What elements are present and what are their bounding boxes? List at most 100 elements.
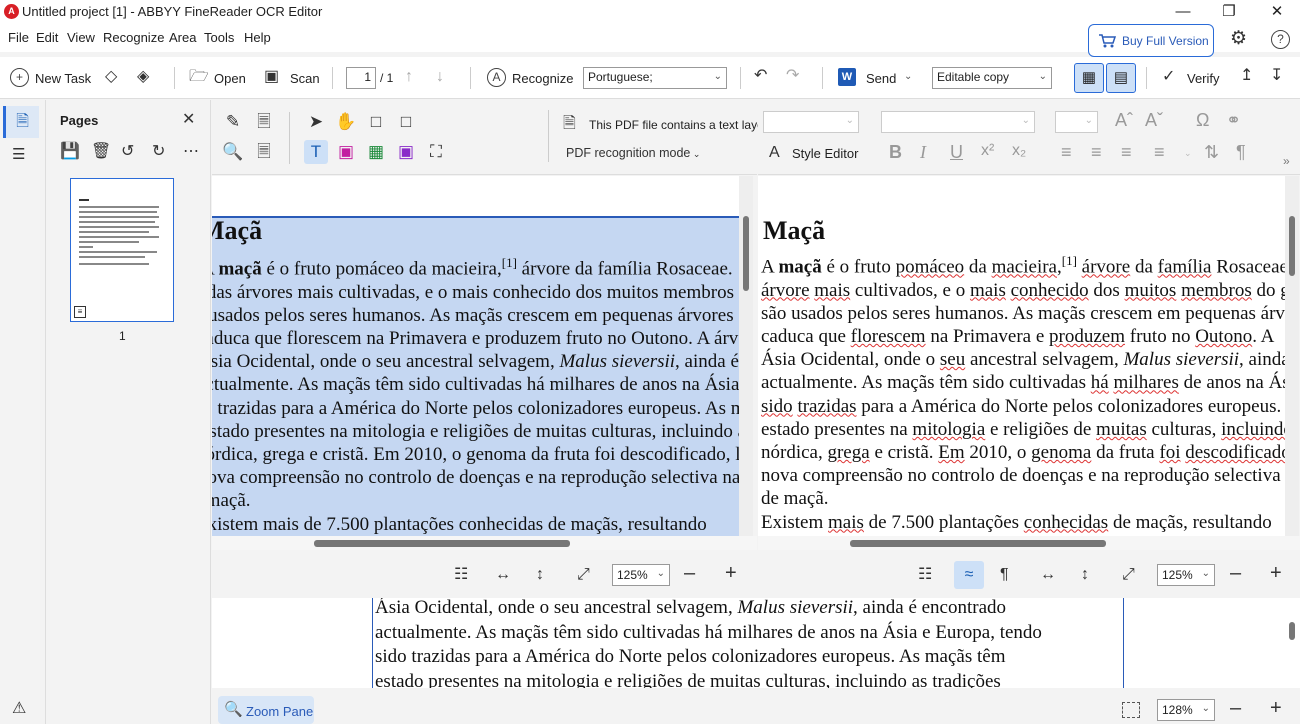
- scroll-thumb[interactable]: [850, 540, 1106, 547]
- image-pane-vscrollbar[interactable]: [739, 176, 753, 536]
- decrease-font-icon[interactable]: Aˇ: [1145, 110, 1163, 131]
- new-task-button[interactable]: New Task: [35, 71, 91, 86]
- zoom-pane-vscrollbar[interactable]: [1285, 598, 1299, 688]
- text-area-icon[interactable]: T: [304, 140, 328, 164]
- underline-icon[interactable]: U: [950, 142, 963, 163]
- scroll-thumb[interactable]: [314, 540, 570, 547]
- text-zoom-select[interactable]: 125% ⌄: [1157, 564, 1215, 586]
- page-thumbnail[interactable]: ≡: [70, 178, 174, 322]
- line-spacing-icon[interactable]: ⇅: [1204, 142, 1219, 163]
- fit-width-icon[interactable]: ↔: [1040, 565, 1056, 585]
- recognize-icon[interactable]: A: [487, 68, 506, 87]
- link-icon[interactable]: ⚭: [1226, 110, 1241, 131]
- previous-error-icon[interactable]: ↥: [1240, 66, 1253, 86]
- redo-icon[interactable]: ↷: [786, 66, 799, 86]
- fit-page-icon[interactable]: ☷: [454, 565, 468, 585]
- rotate-right-icon[interactable]: ↻: [152, 142, 165, 162]
- superscript-icon[interactable]: x²: [981, 142, 994, 160]
- scroll-thumb[interactable]: [1289, 216, 1295, 276]
- zoom-image-icon[interactable]: 🔍: [221, 140, 245, 164]
- warning-icon[interactable]: ⚠: [12, 699, 26, 719]
- style-select[interactable]: ⌄: [763, 111, 859, 133]
- close-panel-icon[interactable]: ✕: [182, 110, 195, 130]
- settings-gear-icon[interactable]: ⚙: [1230, 29, 1247, 49]
- special-character-icon[interactable]: Ω: [1196, 110, 1209, 131]
- open-button[interactable]: Open: [214, 71, 246, 86]
- recognize-button[interactable]: Recognize: [512, 71, 573, 86]
- list-view-icon[interactable]: ☰: [12, 145, 25, 165]
- increase-font-icon[interactable]: Aˆ: [1115, 110, 1133, 131]
- page-number-input[interactable]: 1: [346, 67, 376, 89]
- image-properties-icon[interactable]: 🗏: [252, 110, 276, 134]
- image-pane-hscrollbar[interactable]: [212, 536, 757, 550]
- save-icon[interactable]: 💾: [60, 142, 80, 162]
- zoom-pane-button[interactable]: 🔍 Zoom Pane: [218, 696, 314, 724]
- menu-recognize[interactable]: Recognize: [103, 30, 164, 45]
- italic-icon[interactable]: I: [920, 142, 926, 163]
- zoom-out-icon[interactable]: –: [1230, 698, 1241, 718]
- style-editor-button[interactable]: Style Editor: [792, 146, 858, 161]
- language-select[interactable]: Portuguese; ⌄: [583, 67, 727, 89]
- scroll-thumb[interactable]: [743, 216, 749, 291]
- fit-height-icon[interactable]: ↕: [536, 565, 544, 585]
- font-select[interactable]: ⌄: [881, 111, 1035, 133]
- text-pane-vscrollbar[interactable]: [1285, 176, 1299, 536]
- show-formatting-icon[interactable]: ≈: [954, 561, 984, 589]
- delete-icon[interactable]: 🗑: [91, 142, 111, 162]
- bold-icon[interactable]: B: [889, 142, 902, 163]
- add-layers-icon[interactable]: ◇: [105, 67, 117, 87]
- verify-icon[interactable]: ✓: [1162, 67, 1175, 87]
- image-pane[interactable]: Maçã A maçã é o fruto pomáceo da macieir…: [212, 176, 739, 536]
- text-pane[interactable]: Maçã A maçã é o fruto pomáceo da macieir…: [758, 176, 1285, 536]
- auto-area-icon[interactable]: □: [394, 110, 418, 134]
- more-icon[interactable]: ⋯: [183, 142, 199, 162]
- picture-area-icon[interactable]: ▣: [334, 140, 358, 164]
- select-pointer-icon[interactable]: ➤: [304, 110, 328, 134]
- chevron-down-icon[interactable]: ⌄: [1184, 148, 1192, 159]
- actual-size-icon[interactable]: ⤢: [1122, 565, 1135, 585]
- zoom-in-icon[interactable]: +: [725, 563, 737, 583]
- minimize-icon[interactable]: —: [1160, 0, 1206, 24]
- menu-view[interactable]: View: [67, 30, 95, 45]
- align-center-icon[interactable]: ≡: [1091, 142, 1102, 163]
- font-size-select[interactable]: ⌄: [1055, 111, 1098, 133]
- select-area-icon[interactable]: □: [364, 110, 388, 134]
- zoom-out-icon[interactable]: –: [684, 563, 695, 583]
- menu-help[interactable]: Help: [244, 30, 271, 45]
- rotate-left-icon[interactable]: ↺: [121, 142, 134, 162]
- undo-icon[interactable]: ↶: [754, 66, 767, 86]
- fullscreen-area-icon[interactable]: ⛶: [424, 140, 448, 164]
- send-chevron-icon[interactable]: ⌄: [904, 71, 912, 82]
- pdf-recognition-mode-dropdown[interactable]: PDF recognition mode ⌄: [566, 146, 700, 160]
- scan-button[interactable]: Scan: [290, 71, 320, 86]
- open-folder-icon[interactable]: 🗁: [189, 67, 209, 87]
- close-window-icon[interactable]: ✕: [1254, 0, 1300, 24]
- subscript-icon[interactable]: x₂: [1012, 142, 1026, 160]
- help-icon[interactable]: ?: [1271, 30, 1290, 49]
- menu-area[interactable]: Area: [169, 30, 196, 45]
- zoom-in-icon[interactable]: +: [1270, 563, 1282, 583]
- pages-panel-icon[interactable]: 🗎: [3, 106, 39, 138]
- text-view-toggle-icon[interactable]: ▤: [1106, 63, 1136, 93]
- layers-icon[interactable]: ◈: [137, 67, 149, 87]
- send-word-icon[interactable]: W: [838, 68, 856, 86]
- scan-icon[interactable]: ▣: [264, 67, 279, 87]
- fit-height-icon[interactable]: ↕: [1081, 565, 1089, 585]
- actual-size-icon[interactable]: ⤢: [577, 565, 590, 585]
- previous-page-arrow-icon[interactable]: ↑: [405, 67, 413, 87]
- menu-file[interactable]: File: [8, 30, 29, 45]
- buy-full-version-button[interactable]: Buy Full Version: [1088, 24, 1214, 57]
- menu-edit[interactable]: Edit: [36, 30, 58, 45]
- background-area-icon[interactable]: ▣: [394, 140, 418, 164]
- fit-page-icon[interactable]: ☷: [918, 565, 932, 585]
- zoom-pane-select[interactable]: 128% ⌄: [1157, 699, 1215, 721]
- paragraph-icon[interactable]: ¶: [1236, 142, 1246, 163]
- next-error-icon[interactable]: ↧: [1270, 66, 1283, 86]
- justify-icon[interactable]: ≡: [1154, 142, 1165, 163]
- zoom-text-area[interactable]: Ásia Ocidental, onde o seu ancestral sel…: [372, 598, 1124, 688]
- align-left-icon[interactable]: ≡: [1061, 142, 1072, 163]
- fit-selection-icon[interactable]: [1122, 702, 1140, 718]
- verify-button[interactable]: Verify: [1187, 71, 1220, 86]
- send-button[interactable]: Send: [866, 71, 896, 86]
- zoom-in-icon[interactable]: +: [1270, 698, 1282, 718]
